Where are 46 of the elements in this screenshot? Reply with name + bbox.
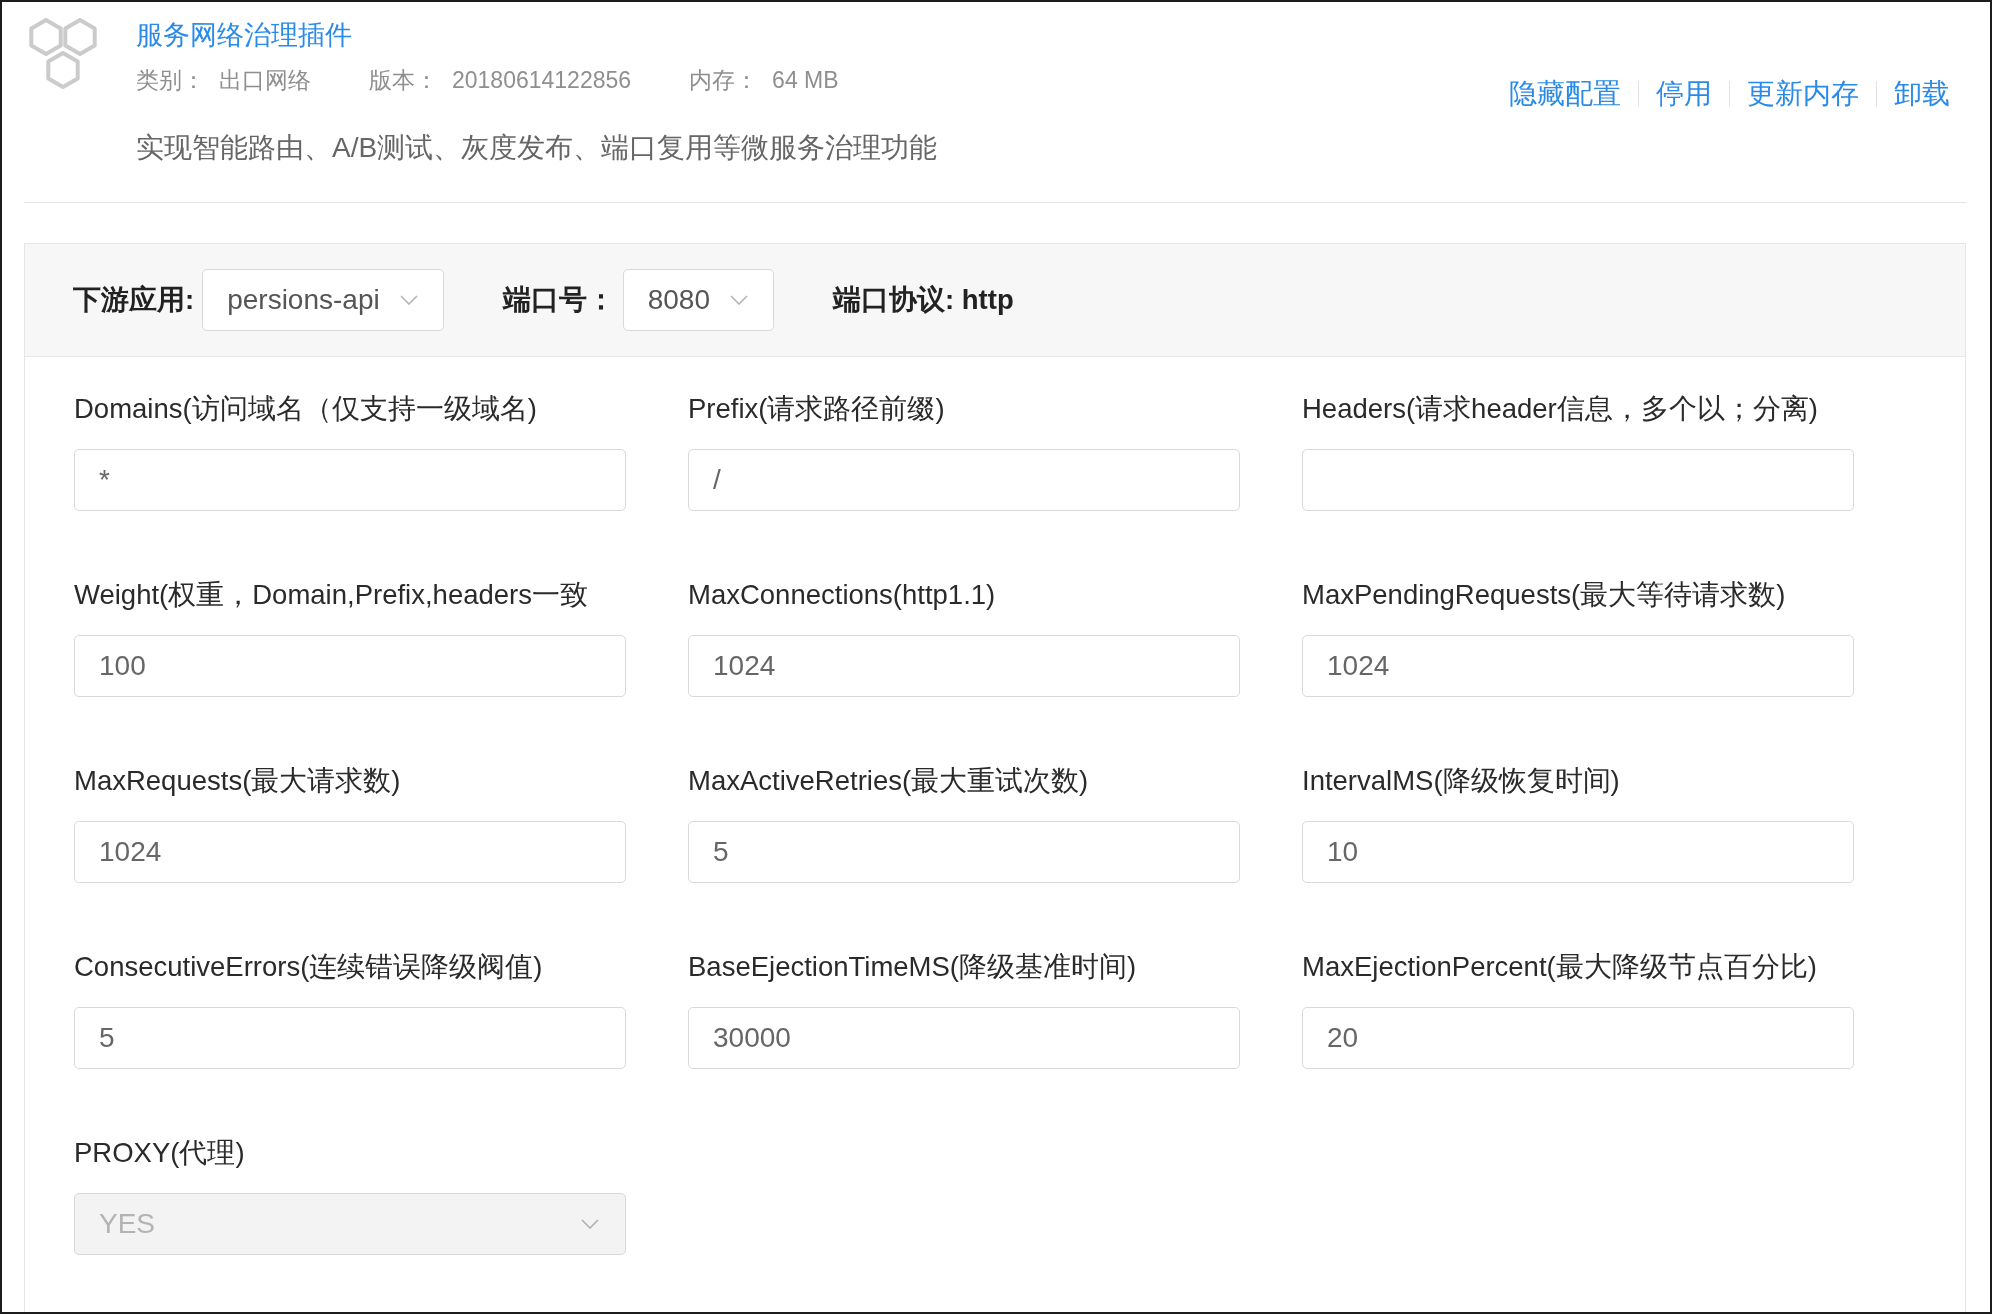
field-label: MaxConnections(http1.1) xyxy=(688,578,997,612)
hexagons-icon xyxy=(28,18,98,90)
field-label: Headers(请求header信息，多个以；分离) xyxy=(1302,392,1819,426)
meta-value: 20180614122856 xyxy=(452,66,632,95)
chevron-icon xyxy=(730,295,748,305)
text-field[interactable]: 1024 xyxy=(74,821,626,883)
text-field[interactable]: 20 xyxy=(1302,1007,1854,1069)
field-label: IntervalMS(降级恢复时间) xyxy=(1302,764,1621,798)
text-field[interactable]: 10 xyxy=(1302,821,1854,883)
field-label: Domains(访问域名（仅支持一级域名) xyxy=(74,392,538,426)
field-label: MaxActiveRetries(最大重试次数) xyxy=(688,764,1090,798)
text-field[interactable]: 5 xyxy=(688,821,1240,883)
plugin-title: 服务网络治理插件 xyxy=(136,19,353,52)
field-label: Prefix(请求路径前缀) xyxy=(688,392,946,426)
meta-label: 版本： xyxy=(369,66,438,95)
chevron-icon xyxy=(399,295,418,305)
filter-label: 端口号： xyxy=(502,283,615,318)
chevron-icon xyxy=(581,1219,599,1229)
meta-value: 64 MB xyxy=(772,66,839,95)
meta-value: 出口网络 xyxy=(219,66,311,95)
field-label: PROXY(代理) xyxy=(74,1136,246,1170)
field-label: BaseEjectionTimeMS(降级基准时间) xyxy=(688,950,1138,984)
text-field[interactable]: 1024 xyxy=(688,635,1240,697)
meta-label: 类别： xyxy=(136,66,205,95)
field-label: MaxRequests(最大请求数) xyxy=(74,764,402,798)
text-field[interactable] xyxy=(1302,449,1854,511)
text-field[interactable]: 1024 xyxy=(1302,635,1854,697)
text-field[interactable]: 5 xyxy=(74,1007,626,1069)
action-link[interactable]: 卸载 xyxy=(1894,76,1950,112)
filter-label: 下游应用: xyxy=(73,283,195,318)
select-field[interactable]: persions-api xyxy=(202,269,444,331)
field-label: Weight(权重，Domain,Prefix,headers一致 xyxy=(74,578,589,612)
text-field[interactable]: * xyxy=(74,449,626,511)
meta-label: 内存： xyxy=(689,66,759,95)
text-field[interactable]: 100 xyxy=(74,635,626,697)
protocol-text: 端口协议: http xyxy=(833,283,1014,318)
field-label: ConsecutiveErrors(连续错误降级阀值) xyxy=(74,950,544,984)
action-link[interactable]: 停用 xyxy=(1656,76,1712,112)
plugin-description: 实现智能路由、A/B测试、灰度发布、端口复用等微服务治理功能 xyxy=(136,131,938,165)
action-link[interactable]: 更新内存 xyxy=(1747,76,1859,112)
text-field[interactable]: 30000 xyxy=(688,1007,1240,1069)
field-label: MaxPendingRequests(最大等待请求数) xyxy=(1302,578,1787,612)
field-label: MaxEjectionPercent(最大降级节点百分比) xyxy=(1302,950,1818,984)
text-field[interactable]: / xyxy=(688,449,1240,511)
select-field[interactable]: 8080 xyxy=(622,269,774,331)
action-link[interactable]: 隐藏配置 xyxy=(1509,76,1621,112)
